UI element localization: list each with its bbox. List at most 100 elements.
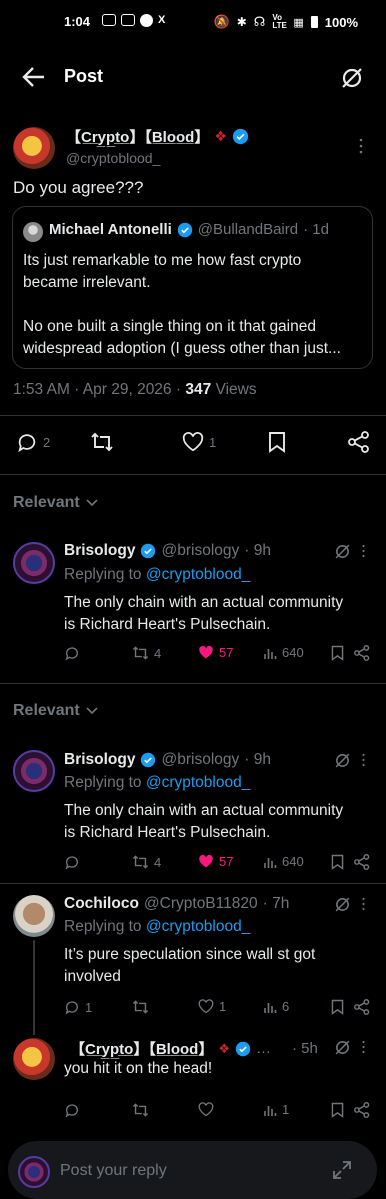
- views-button[interactable]: 1: [263, 1102, 289, 1117]
- youtube-icon: [121, 14, 135, 26]
- share-button[interactable]: [354, 645, 370, 661]
- reply-line: you hit it on the head!: [64, 1060, 213, 1077]
- signal-icon: ▦: [293, 16, 304, 29]
- reply-actions: 1 1 6: [64, 999, 374, 1017]
- replying-to-link[interactable]: @cryptoblood_: [146, 774, 251, 791]
- repost-button[interactable]: [132, 1102, 149, 1118]
- like-button[interactable]: 1: [182, 431, 216, 453]
- quote-line: became irrelevant.: [23, 274, 151, 291]
- bookmark-button[interactable]: [331, 645, 344, 661]
- back-button[interactable]: [22, 66, 46, 88]
- back-arrow-icon: [22, 67, 44, 87]
- views-button[interactable]: 640: [263, 645, 304, 660]
- thread-line: [33, 940, 35, 1035]
- bookmark-button[interactable]: [331, 854, 344, 870]
- like-button[interactable]: 57: [198, 645, 233, 660]
- share-button[interactable]: [348, 431, 370, 453]
- more-vertical-icon: [359, 138, 363, 154]
- notification-icons: X: [102, 14, 165, 27]
- reply-line: is Richard Heart's Pulsechain.: [64, 616, 271, 633]
- more-options-button[interactable]: [361, 897, 366, 911]
- share-icon: [354, 999, 370, 1015]
- like-button[interactable]: 57: [198, 854, 233, 869]
- share-button[interactable]: [354, 1102, 370, 1118]
- author-name-row[interactable]: 【C̲r̲y̲p̲t̲o̲】【B̲l̲o̲o̲d̲】 ❖: [66, 126, 249, 147]
- reply-line: involved: [64, 968, 121, 985]
- reply-avatar[interactable]: [13, 1038, 55, 1080]
- sort-dropdown[interactable]: Relevant: [13, 494, 98, 512]
- quoted-post[interactable]: Michael Antonelli @BullandBaird · 1d Its…: [12, 206, 373, 369]
- reply-author-row[interactable]: Cochiloco @CryptoB11820 · 7h: [64, 895, 289, 913]
- expand-composer-button[interactable]: [332, 1160, 352, 1180]
- repost-button[interactable]: 4: [132, 645, 161, 661]
- reply-author-row[interactable]: Brisology @brisology · 9h: [64, 751, 271, 769]
- reply-text: The only chain with an actual community …: [64, 800, 343, 844]
- grok-button[interactable]: [334, 752, 351, 769]
- reply-button[interactable]: [64, 854, 80, 870]
- grok-button[interactable]: [334, 1039, 351, 1056]
- like-count: 57: [219, 645, 234, 660]
- reply-actions: 4 57 640: [64, 645, 374, 663]
- views-button[interactable]: 640: [263, 854, 304, 869]
- author-handle[interactable]: @cryptoblood_: [66, 150, 160, 166]
- quote-text: Its just remarkable to me how fast crypt…: [23, 250, 341, 360]
- reply-avatar[interactable]: [13, 895, 55, 937]
- repost-button[interactable]: [132, 999, 149, 1015]
- repost-icon: [132, 855, 149, 869]
- repost-button[interactable]: 4: [132, 854, 161, 870]
- views-button[interactable]: 6: [263, 999, 289, 1014]
- x-logo-icon: X: [158, 14, 166, 26]
- sort-dropdown[interactable]: Relevant: [13, 702, 98, 720]
- reply-input[interactable]: Post your reply: [60, 1162, 167, 1180]
- more-options-button[interactable]: [358, 138, 364, 154]
- reply-actions: 1: [64, 1102, 374, 1120]
- reply-button[interactable]: 1: [64, 999, 92, 1015]
- reply-author-name: Brisology: [64, 542, 136, 559]
- grok-icon: [335, 753, 350, 768]
- reply-button[interactable]: [64, 1102, 80, 1118]
- reply-avatar[interactable]: [13, 542, 55, 584]
- app-circle-icon: [140, 14, 153, 27]
- expand-icon: [333, 1161, 351, 1179]
- author-avatar[interactable]: [13, 127, 55, 169]
- like-button[interactable]: 1: [198, 999, 226, 1014]
- youtube-icon: [102, 14, 116, 26]
- bookmark-button[interactable]: [331, 1102, 344, 1118]
- verified-badge-icon: [141, 752, 156, 768]
- reply-author-row[interactable]: Brisology @brisology · 9h: [64, 542, 271, 560]
- share-icon: [354, 854, 370, 870]
- quote-avatar: [23, 222, 43, 242]
- more-options-button[interactable]: [361, 1040, 366, 1054]
- page-title: Post: [64, 66, 104, 86]
- grok-button[interactable]: [340, 66, 364, 90]
- verified-badge-icon: [177, 222, 192, 237]
- share-button[interactable]: [354, 999, 370, 1015]
- reply-text: It’s pure speculation since wall st got …: [64, 944, 315, 988]
- reply-icon: [18, 434, 36, 453]
- like-button[interactable]: [198, 1102, 214, 1117]
- more-options-button[interactable]: [361, 753, 366, 767]
- reply-button[interactable]: 2: [16, 431, 50, 453]
- replying-to: Replying to @cryptoblood_: [64, 566, 250, 584]
- composer-avatar: [18, 1156, 50, 1188]
- reply-icon: [65, 1104, 78, 1118]
- more-options-button[interactable]: [361, 544, 366, 558]
- reply-avatar[interactable]: [13, 750, 55, 792]
- replying-to-link[interactable]: @cryptoblood_: [146, 918, 251, 935]
- share-button[interactable]: [354, 854, 370, 870]
- verified-badge-icon: [232, 128, 249, 145]
- repost-button[interactable]: [90, 431, 114, 453]
- quote-time: · 1d: [303, 221, 329, 238]
- reply-button[interactable]: [64, 645, 80, 661]
- repost-icon: [132, 646, 149, 660]
- reply-author-row[interactable]: 【C̲r̲y̲p̲t̲o̲】【B̲l̲o̲o̲d̲】 ❖ … · 5h: [70, 1038, 318, 1059]
- grok-icon: [335, 1040, 350, 1055]
- grok-button[interactable]: [334, 896, 351, 913]
- replying-to-link[interactable]: @cryptoblood_: [146, 566, 251, 583]
- bookmark-button[interactable]: [268, 431, 286, 453]
- share-icon: [354, 645, 370, 661]
- bookmark-button[interactable]: [331, 999, 344, 1015]
- views-count: 640: [282, 854, 304, 869]
- reply-icon: [65, 1001, 78, 1015]
- grok-button[interactable]: [334, 543, 351, 560]
